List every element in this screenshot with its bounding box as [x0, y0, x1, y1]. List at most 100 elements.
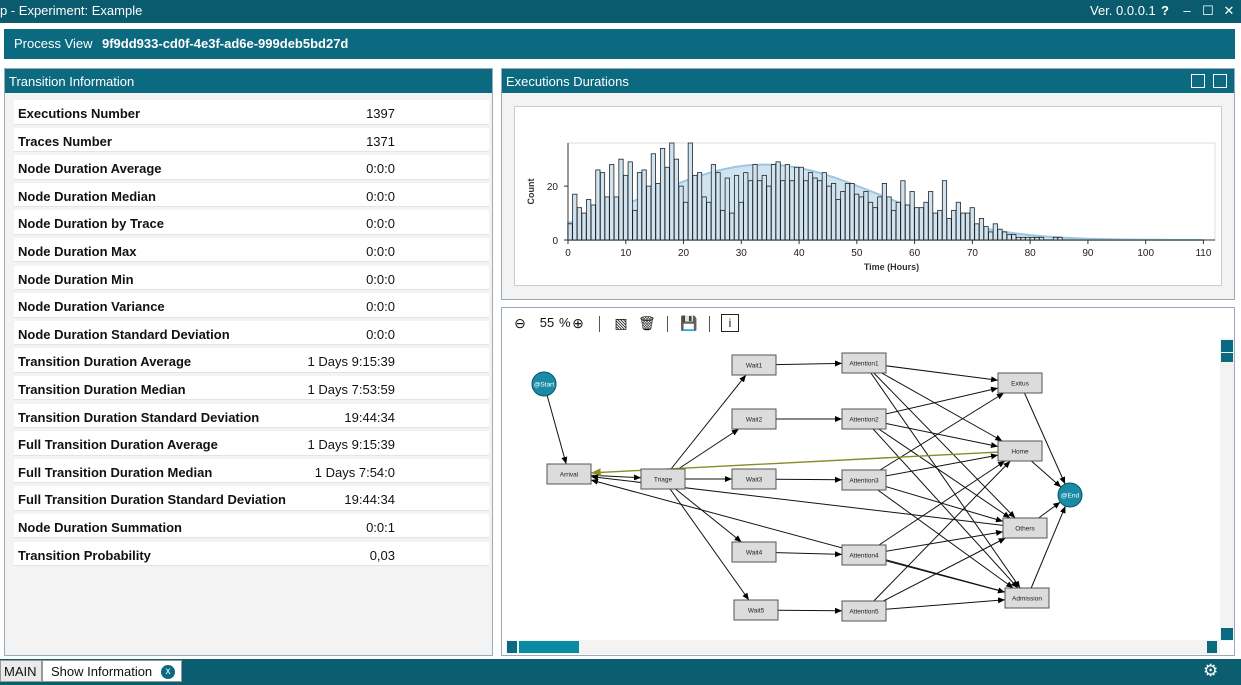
vertical-scrollbar[interactable]: [1220, 338, 1234, 641]
info-icon[interactable]: i: [721, 314, 739, 332]
help-icon[interactable]: ?: [1157, 2, 1173, 20]
histogram-bar: [586, 199, 592, 241]
graph-edge[interactable]: [881, 372, 1003, 442]
histogram-bar: [664, 166, 670, 241]
info-value: 1 Days 7:54:0: [314, 464, 395, 480]
histogram-bar: [641, 169, 647, 241]
process-graph[interactable]: @Start Arrival Triage Wait1 Wait2 Wait3 Wait4 W…: [504, 338, 1220, 638]
process-graph-panel: ⊖ 55 % ⊕ ▧ 🗑 💾 i @Start Arrival Triage Wait…: [501, 307, 1235, 656]
tab-label: Show Information: [51, 664, 153, 679]
scroll-thumb[interactable]: [519, 641, 579, 653]
graph-edge[interactable]: [775, 551, 843, 558]
copy-icon[interactable]: [1191, 74, 1205, 88]
histogram-bar: [673, 158, 680, 241]
histogram-bar: [729, 212, 735, 241]
scroll-left-button[interactable]: [507, 641, 517, 653]
histogram-bar: [831, 183, 837, 241]
graph-node-label: Arrival: [560, 472, 579, 479]
transition-information-header: Transition Information: [5, 69, 492, 93]
info-row: Node Duration Min 0:0:0: [14, 265, 489, 291]
histogram-bar: [877, 196, 883, 241]
histogram-bar: [724, 177, 730, 241]
save-icon[interactable]: 💾: [680, 314, 697, 332]
graph-edge[interactable]: [885, 597, 1006, 610]
graph-edge[interactable]: [870, 372, 1021, 589]
histogram-bar: [821, 172, 827, 241]
histogram-bar: [803, 180, 809, 241]
info-label: Node Duration Summation: [18, 519, 182, 535]
info-label: Node Duration Min: [18, 271, 134, 287]
x-tick-label: 20: [678, 248, 690, 259]
info-row: Transition Probability 0,03: [14, 541, 489, 566]
tab-main[interactable]: MAIN: [0, 660, 42, 682]
tab-show-information[interactable]: Show Information x: [42, 660, 182, 682]
histogram-bar: [599, 172, 606, 241]
histogram-bar: [988, 231, 994, 241]
scroll-down-button[interactable]: [1221, 628, 1233, 640]
graph-edge[interactable]: [885, 486, 1004, 523]
histogram-bar: [928, 191, 934, 241]
graph-node-label: Others: [1015, 526, 1035, 533]
title-bar: p - Experiment: Example Ver. 0.0.0.1 ? –…: [0, 0, 1241, 23]
info-row: Full Transition Duration Standard Deviat…: [14, 486, 489, 511]
chart-icon[interactable]: [1213, 74, 1227, 88]
horizontal-scrollbar[interactable]: [506, 640, 1220, 654]
x-axis-label: Time (Hours): [864, 262, 919, 272]
info-value: 19:44:34: [344, 409, 395, 425]
graph-edge[interactable]: [1038, 501, 1061, 519]
graph-edge[interactable]: [873, 460, 1011, 602]
close-icon[interactable]: ✕: [1221, 2, 1237, 20]
histogram-svg: 0 10 20 30 40 50 60 70 80 90 100 110 0 20 Time (Hours)…: [526, 142, 1216, 272]
graph-node-label: Attention3: [849, 478, 879, 485]
histogram-bar: [900, 180, 906, 241]
zoom-in-icon[interactable]: ⊕: [570, 314, 586, 332]
histogram-bar: [696, 172, 703, 241]
info-row: Full Transition Duration Median 1 Days 7:…: [14, 458, 489, 484]
graph-edge[interactable]: [675, 488, 742, 543]
histogram-bar: [738, 201, 744, 241]
info-row: Transition Duration Average 1 Days 9:15:3…: [14, 348, 489, 373]
graph-edge[interactable]: [775, 360, 843, 367]
info-row: Traces Number 1371: [14, 127, 489, 153]
scroll-thumb[interactable]: [1221, 353, 1233, 362]
graph-edge[interactable]: [885, 365, 999, 383]
histogram-bar: [743, 172, 749, 241]
info-row: Node Duration by Trace 0:0:0: [14, 210, 489, 235]
window-title: p - Experiment: Example: [0, 3, 143, 18]
histogram-bar: [775, 161, 781, 241]
maximize-icon[interactable]: ☐: [1200, 2, 1216, 20]
histogram-bar: [978, 218, 985, 241]
x-tick-label: 100: [1137, 248, 1154, 259]
histogram-bar: [706, 201, 712, 241]
y-tick-label: 0: [552, 236, 558, 247]
histogram-bar: [646, 185, 652, 241]
y-axis-label: Count: [526, 179, 536, 205]
graph-edge[interactable]: [777, 607, 843, 614]
scroll-up-button[interactable]: [1221, 340, 1233, 352]
gears-icon[interactable]: ⚙: [1203, 661, 1218, 681]
close-icon[interactable]: x: [161, 665, 175, 679]
zoom-out-icon[interactable]: ⊖: [512, 314, 528, 332]
bottom-tab-bar: MAIN Show Information x ⚙: [0, 659, 1241, 685]
histogram-bar: [826, 185, 832, 241]
scroll-right-button[interactable]: [1207, 641, 1217, 653]
histogram-bar: [817, 180, 823, 241]
image-icon[interactable]: ▧: [611, 314, 631, 332]
process-view-label: Process View: [14, 36, 93, 51]
graph-edge[interactable]: [885, 453, 999, 477]
histogram-bar: [604, 196, 610, 241]
info-value: 19:44:34: [344, 492, 395, 508]
histogram-bar: [747, 180, 753, 241]
graph-edge[interactable]: [885, 386, 999, 415]
graph-edge[interactable]: [775, 476, 843, 483]
histogram-bar: [858, 196, 864, 241]
zoom-value[interactable]: 55: [536, 314, 558, 332]
graph-edge[interactable]: [590, 478, 1006, 593]
graph-edge[interactable]: [1024, 392, 1066, 485]
y-tick-label: 20: [547, 182, 559, 193]
info-value: 1 Days 9:15:39: [307, 437, 395, 453]
graph-edge[interactable]: [546, 395, 568, 465]
trash-icon[interactable]: 🗑: [638, 314, 656, 332]
x-tick-label: 90: [1082, 248, 1094, 259]
minimize-icon[interactable]: –: [1179, 2, 1195, 20]
